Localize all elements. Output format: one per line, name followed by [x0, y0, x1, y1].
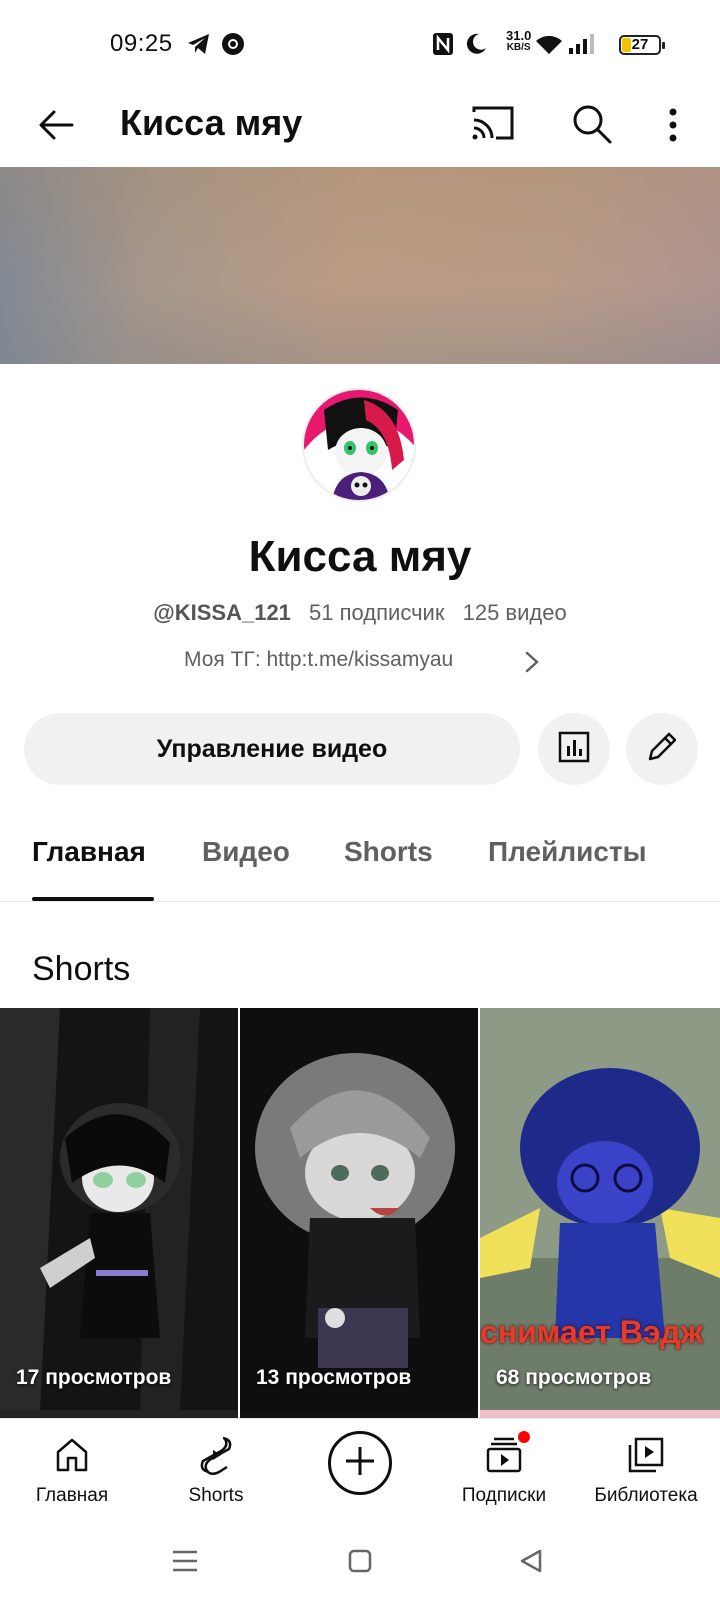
nav-subscriptions[interactable]: Подписки: [446, 1419, 562, 1525]
more-vert-icon[interactable]: [660, 102, 686, 148]
system-navigation-bar: [0, 1524, 720, 1600]
channel-avatar[interactable]: [302, 388, 416, 502]
back-arrow-icon[interactable]: [34, 102, 80, 148]
nav-home-label: Главная: [35, 1485, 109, 1506]
short-thumbnail[interactable]: 17 просмотров: [0, 1008, 238, 1410]
tab-home[interactable]: Главная: [32, 836, 146, 868]
app-bar: Кисса мяу: [0, 90, 720, 166]
signal-icon: [568, 30, 596, 58]
notification-dot: [516, 1429, 532, 1445]
channel-name: Кисса мяу: [248, 532, 472, 581]
chrome-icon: [220, 30, 246, 58]
nav-library-label: Библиотека: [594, 1485, 698, 1506]
short-views: 13 просмотров: [256, 1366, 412, 1389]
channel-link-text: Моя ТГ: http:t.me/kissamyau: [184, 648, 454, 671]
chevron-right-icon: [524, 650, 540, 674]
wifi-icon: [534, 30, 564, 58]
library-icon: [624, 1433, 668, 1477]
search-icon[interactable]: [570, 102, 614, 146]
tab-shorts[interactable]: Shorts: [344, 836, 433, 868]
channel-tabs: Главная Видео Shorts Плейлисты: [0, 812, 720, 902]
menu-icon[interactable]: [170, 1546, 200, 1576]
edit-pencil-icon: [644, 729, 680, 770]
nav-library[interactable]: Библиотека: [580, 1419, 712, 1525]
nav-home[interactable]: Главная: [24, 1419, 120, 1525]
short-views: 68 просмотров: [496, 1366, 652, 1389]
status-time: 09:25: [110, 30, 173, 57]
create-button[interactable]: [328, 1431, 392, 1495]
home-square-icon[interactable]: [345, 1546, 375, 1576]
nav-shorts[interactable]: Shorts: [168, 1419, 264, 1525]
short-overlay-text: снимает Вэдж: [480, 1314, 704, 1350]
analytics-icon: [557, 730, 591, 769]
nav-subscriptions-label: Подписки: [461, 1485, 547, 1506]
subscriber-count: 51 подписчик: [309, 600, 445, 625]
subscriptions-icon: [482, 1429, 532, 1477]
back-triangle-icon[interactable]: [516, 1546, 546, 1576]
home-icon: [50, 1433, 94, 1477]
video-count: 125 видео: [462, 600, 567, 625]
short-thumbnail-partial: [480, 1410, 720, 1418]
create-plus-icon: [342, 1443, 378, 1484]
analytics-button[interactable]: [538, 713, 610, 785]
short-thumbnail[interactable]: снимает Вэдж 68 просмотров: [480, 1008, 720, 1410]
channel-handle: @KISSA_121: [153, 600, 291, 625]
cast-icon[interactable]: [470, 104, 516, 144]
shorts-icon: [194, 1433, 238, 1477]
network-speed: 31.0 KB/S: [506, 28, 532, 53]
moon-icon: [464, 30, 488, 58]
channel-meta: @KISSA_121 51 подписчик 125 видео: [0, 600, 720, 626]
short-thumbnail[interactable]: 13 просмотров: [240, 1008, 478, 1410]
short-thumbnail-partial: [0, 1410, 238, 1418]
telegram-icon: [186, 30, 212, 58]
status-bar: 09:25 31.0 KB/S 27: [0, 0, 720, 90]
section-title: Shorts: [32, 950, 131, 988]
tab-playlists[interactable]: Плейлисты: [488, 836, 647, 868]
short-thumbnail-partial: [240, 1410, 478, 1418]
channel-description-link[interactable]: Моя ТГ: http:t.me/kissamyau: [184, 648, 539, 673]
manage-videos-button[interactable]: Управление видео: [24, 713, 520, 785]
active-tab-indicator: [32, 897, 154, 901]
short-views: 17 просмотров: [16, 1366, 172, 1389]
edit-channel-button[interactable]: [626, 713, 698, 785]
battery-indicator: 27: [619, 35, 665, 55]
nav-shorts-label: Shorts: [188, 1485, 244, 1506]
channel-banner: [0, 167, 720, 364]
page-title: Кисса мяу: [120, 102, 303, 143]
tab-videos[interactable]: Видео: [202, 836, 290, 868]
bottom-navigation: Главная Shorts Подписки Библиотека: [0, 1418, 720, 1524]
nfc-icon: [432, 30, 454, 58]
